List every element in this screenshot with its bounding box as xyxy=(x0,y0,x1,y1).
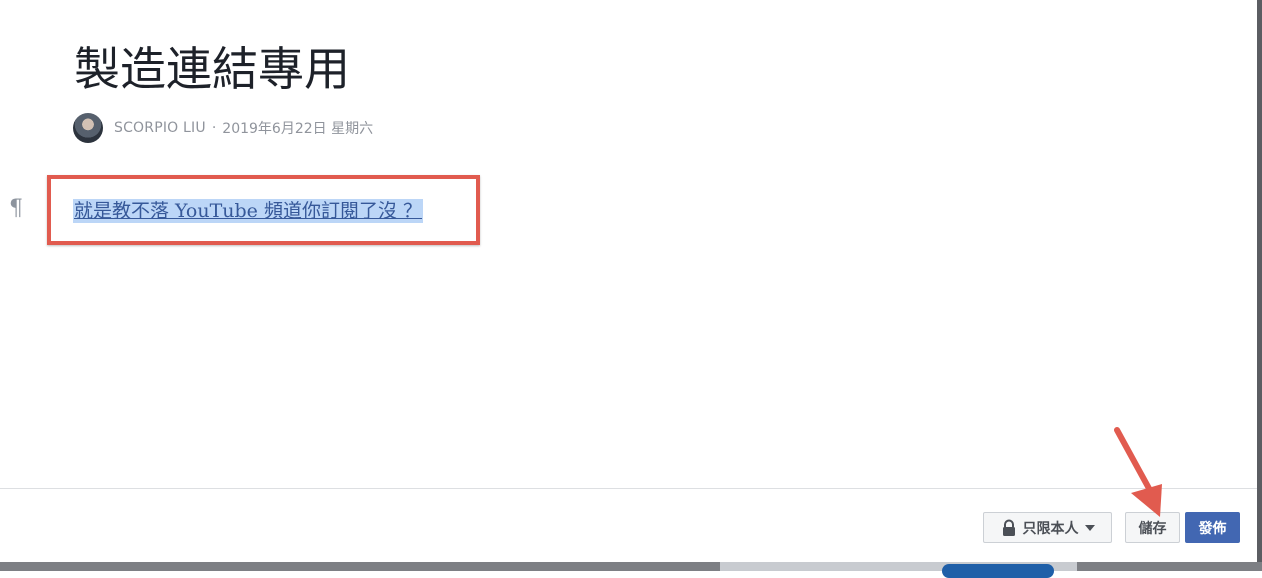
body-link[interactable]: 就是教不落 YouTube 頻道你訂閱了沒 ？ xyxy=(73,199,424,223)
background-button xyxy=(942,564,1054,578)
window-edge xyxy=(1257,0,1262,571)
publish-button[interactable]: 發佈 xyxy=(1185,512,1240,543)
author-name[interactable]: SCORPIO LIU xyxy=(114,120,206,136)
privacy-dropdown-button[interactable]: 只限本人 xyxy=(983,512,1112,543)
paragraph-icon[interactable]: ¶ xyxy=(9,196,23,221)
byline: SCORPIO LIU · 2019年6月22日 星期六 xyxy=(73,113,373,143)
note-title[interactable]: 製造連結專用 xyxy=(74,34,350,104)
byline-separator: · xyxy=(211,120,217,136)
background-strip xyxy=(0,562,1262,578)
lock-icon xyxy=(1002,519,1015,536)
footer-divider xyxy=(0,488,1257,489)
post-date: 2019年6月22日 星期六 xyxy=(222,121,374,137)
caret-down-icon xyxy=(1084,524,1095,531)
annotation-arrow-icon xyxy=(1114,427,1162,517)
avatar[interactable] xyxy=(73,113,103,143)
privacy-label: 只限本人 xyxy=(1022,520,1079,537)
